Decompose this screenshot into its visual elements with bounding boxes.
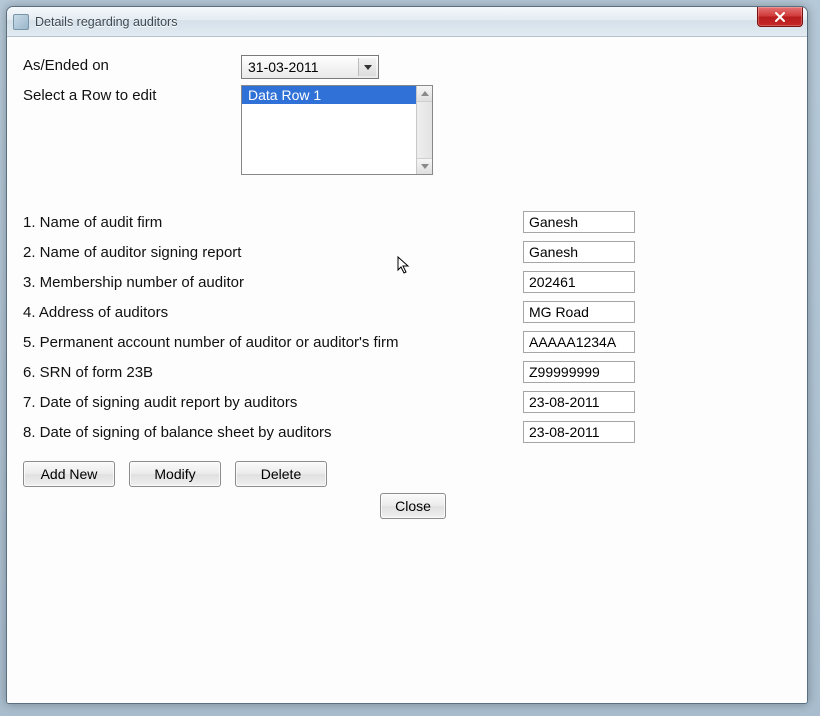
scroll-down-icon[interactable] (417, 158, 432, 174)
action-button-row: Add New Modify Delete (23, 461, 791, 487)
membership-number-input[interactable] (523, 271, 635, 293)
field-label: 2. Name of auditor signing report (23, 244, 523, 261)
field-label: 7. Date of signing audit report by audit… (23, 394, 523, 411)
field-row: 7. Date of signing audit report by audit… (23, 387, 791, 417)
as-on-row: As/Ended on 31-03-2011 (23, 55, 791, 79)
listbox-scrollbar[interactable] (416, 86, 432, 174)
select-row-row: Select a Row to edit Data Row 1 (23, 85, 791, 175)
auditor-address-input[interactable] (523, 301, 635, 323)
chevron-down-icon (358, 58, 376, 76)
field-row: 4. Address of auditors (23, 297, 791, 327)
close-button[interactable]: Close (380, 493, 446, 519)
close-icon (774, 12, 786, 22)
window-title: Details regarding auditors (35, 15, 177, 29)
field-label: 4. Address of auditors (23, 304, 523, 321)
field-row: 3. Membership number of auditor (23, 267, 791, 297)
list-item[interactable]: Data Row 1 (242, 86, 432, 104)
scroll-up-icon[interactable] (417, 86, 432, 102)
dialog-window: Details regarding auditors As/Ended on 3… (6, 6, 808, 704)
audit-report-date-input[interactable] (523, 391, 635, 413)
field-row: 2. Name of auditor signing report (23, 237, 791, 267)
srn-input[interactable] (523, 361, 635, 383)
fields-section: 1. Name of audit firm 2. Name of auditor… (23, 207, 791, 447)
as-on-label: As/Ended on (23, 55, 241, 74)
modify-button[interactable]: Modify (129, 461, 221, 487)
field-row: 8. Date of signing of balance sheet by a… (23, 417, 791, 447)
balance-sheet-date-input[interactable] (523, 421, 635, 443)
app-icon (13, 14, 29, 30)
field-label: 6. SRN of form 23B (23, 364, 523, 381)
auditor-name-input[interactable] (523, 241, 635, 263)
field-row: 1. Name of audit firm (23, 207, 791, 237)
pan-input[interactable] (523, 331, 635, 353)
row-listbox[interactable]: Data Row 1 (241, 85, 433, 175)
field-label: 3. Membership number of auditor (23, 274, 523, 291)
field-label: 5. Permanent account number of auditor o… (23, 334, 523, 351)
field-row: 6. SRN of form 23B (23, 357, 791, 387)
as-on-dropdown[interactable]: 31-03-2011 (241, 55, 379, 79)
select-row-label: Select a Row to edit (23, 85, 241, 104)
add-new-button[interactable]: Add New (23, 461, 115, 487)
window-close-button[interactable] (757, 7, 803, 27)
titlebar[interactable]: Details regarding auditors (7, 7, 807, 37)
audit-firm-name-input[interactable] (523, 211, 635, 233)
field-label: 8. Date of signing of balance sheet by a… (23, 424, 523, 441)
close-button-row: Close (23, 493, 803, 519)
delete-button[interactable]: Delete (235, 461, 327, 487)
client-area: As/Ended on 31-03-2011 Select a Row to e… (7, 37, 807, 703)
field-row: 5. Permanent account number of auditor o… (23, 327, 791, 357)
field-label: 1. Name of audit firm (23, 214, 523, 231)
as-on-value: 31-03-2011 (248, 59, 319, 75)
desktop: Details regarding auditors As/Ended on 3… (0, 0, 820, 716)
